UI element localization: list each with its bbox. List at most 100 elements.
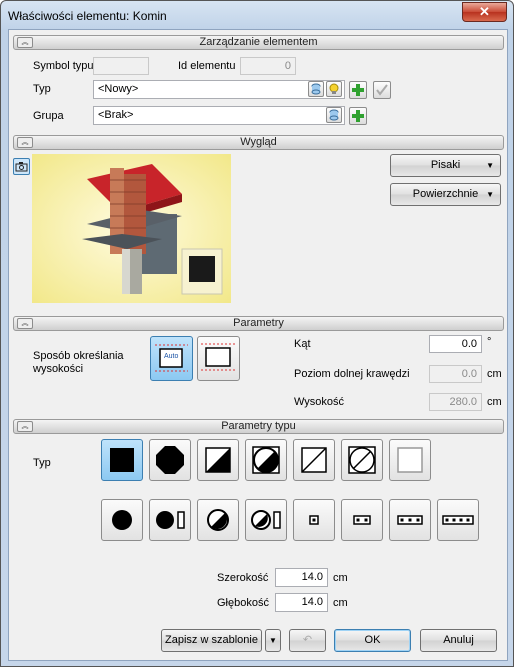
section-header-type-parameters[interactable]: ︽ Parametry typu (13, 419, 504, 434)
angle-label: Kąt (294, 338, 311, 350)
height-mode-auto-button[interactable]: Auto (150, 336, 193, 381)
depth-input[interactable]: 14.0 (275, 593, 328, 612)
solid-square-icon (110, 448, 134, 472)
section-title: Parametry typu (221, 420, 296, 432)
dropdown-arrow-icon: ▼ (269, 636, 277, 645)
plus-icon (352, 110, 364, 122)
element-id-label: Id elementu (178, 60, 236, 72)
shape-vent-4[interactable] (437, 499, 479, 541)
camera-button[interactable] (13, 158, 30, 175)
undo-button[interactable]: ↶ (289, 629, 326, 652)
element-id-field[interactable]: 0 (240, 57, 296, 75)
title-bar: Właściwości elementu: Komin ✕ (1, 1, 513, 29)
round-flue-icon (112, 510, 132, 530)
shape-empty-square[interactable] (389, 439, 431, 481)
angle-unit: ° (487, 336, 492, 348)
height-mode-manual-button[interactable] (197, 336, 240, 381)
height-mode-label: Sposób określania wysokości (33, 350, 124, 375)
manual-height-icon (201, 343, 236, 371)
dialog-window: Właściwości elementu: Komin ✕ ︽ Zarządza… (0, 0, 514, 667)
diagonal-square-icon (301, 447, 327, 473)
section-title: Zarządzanie elementem (199, 36, 318, 48)
ok-label: OK (364, 634, 381, 646)
depth-unit: cm (333, 597, 348, 609)
close-button[interactable]: ✕ (462, 2, 507, 22)
double-vent-icon (353, 515, 371, 525)
circle-diagonal-icon (348, 446, 376, 474)
ok-button[interactable]: OK (334, 629, 411, 652)
bottom-level-unit: cm (487, 368, 502, 380)
height-label: Wysokość (294, 396, 345, 408)
height-input[interactable]: 280.0 (429, 393, 482, 411)
angle-input[interactable]: 0.0 (429, 335, 482, 353)
group-label: Grupa (33, 110, 64, 122)
triple-vent-icon (397, 515, 423, 525)
shape-diagonal-square[interactable] (293, 439, 335, 481)
shape-solid-square[interactable] (101, 439, 143, 481)
type-shape-label: Typ (33, 457, 51, 469)
section-title: Parametry (233, 317, 284, 329)
shape-vent-3[interactable] (389, 499, 431, 541)
bottom-level-label: Poziom dolnej krawędzi (294, 368, 410, 380)
save-template-dropdown[interactable]: ▼ (265, 629, 281, 652)
dialog-client: ︽ Zarządzanie elementem Symbol typu Id e… (8, 29, 508, 661)
symbol-type-label: Symbol typu (33, 60, 94, 72)
section-header-parameters[interactable]: ︽ Parametry (13, 316, 504, 331)
plus-icon (352, 84, 364, 96)
save-template-button[interactable]: Zapisz w szablonie (161, 629, 262, 652)
shape-round-half-vent[interactable] (245, 499, 287, 541)
symbol-type-field[interactable] (93, 57, 149, 75)
group-value: <Brak> (98, 109, 134, 121)
group-field[interactable]: <Brak> (93, 106, 345, 125)
dropdown-arrow-icon: ▼ (486, 190, 494, 199)
window-title: Właściwości elementu: Komin (8, 9, 167, 23)
shape-octagon[interactable] (149, 439, 191, 481)
lightbulb-icon (329, 83, 339, 94)
database-icon (311, 83, 321, 95)
checkmark-icon (376, 84, 388, 96)
auto-text: Auto (164, 353, 179, 360)
shape-vent-1[interactable] (293, 499, 335, 541)
group-browse-button[interactable] (326, 107, 342, 123)
depth-label: Głębokość (217, 597, 269, 609)
half-diagonal-icon (205, 447, 231, 473)
shape-circle-diagonal[interactable] (341, 439, 383, 481)
cancel-label: Anuluj (443, 634, 474, 646)
cancel-button[interactable]: Anuluj (420, 629, 497, 652)
type-browse-button[interactable] (308, 81, 324, 97)
add-type-button[interactable] (349, 81, 367, 99)
shape-circle-half-square[interactable] (245, 439, 287, 481)
single-vent-icon (309, 515, 319, 525)
type-value: <Nowy> (98, 83, 139, 95)
round-vent-icon (156, 511, 185, 529)
pens-dropdown[interactable]: Pisaki ▼ (390, 154, 501, 177)
shape-vent-2[interactable] (341, 499, 383, 541)
type-lightbulb-button[interactable] (326, 81, 342, 97)
shape-half-diagonal[interactable] (197, 439, 239, 481)
chimney-preview-illustration (32, 154, 231, 303)
circle-half-square-icon (252, 446, 280, 474)
shape-round-half[interactable] (197, 499, 239, 541)
type-label: Typ (33, 83, 51, 95)
camera-icon (15, 162, 28, 172)
dropdown-arrow-icon: ▼ (486, 161, 494, 170)
width-input[interactable]: 14.0 (275, 568, 328, 587)
database-icon (329, 109, 339, 121)
surfaces-dropdown[interactable]: Powierzchnie ▼ (390, 183, 501, 206)
confirm-type-button[interactable] (373, 81, 391, 99)
section-header-appearance[interactable]: ︽ Wygląd (13, 135, 504, 150)
undo-icon: ↶ (302, 634, 313, 646)
surfaces-label: Powierzchnie (412, 188, 479, 200)
shape-round-single[interactable] (101, 499, 143, 541)
section-header-management[interactable]: ︽ Zarządzanie elementem (13, 35, 504, 50)
quad-vent-icon (442, 515, 474, 525)
preview-image (32, 154, 231, 303)
round-half-icon (207, 509, 229, 531)
round-half-vent-icon (251, 510, 281, 530)
pens-label: Pisaki (430, 159, 461, 171)
save-template-label: Zapisz w szablonie (165, 634, 258, 646)
shape-round-with-vent[interactable] (149, 499, 191, 541)
add-group-button[interactable] (349, 107, 367, 125)
width-label: Szerokość (217, 572, 269, 584)
bottom-level-input[interactable]: 0.0 (429, 365, 482, 383)
